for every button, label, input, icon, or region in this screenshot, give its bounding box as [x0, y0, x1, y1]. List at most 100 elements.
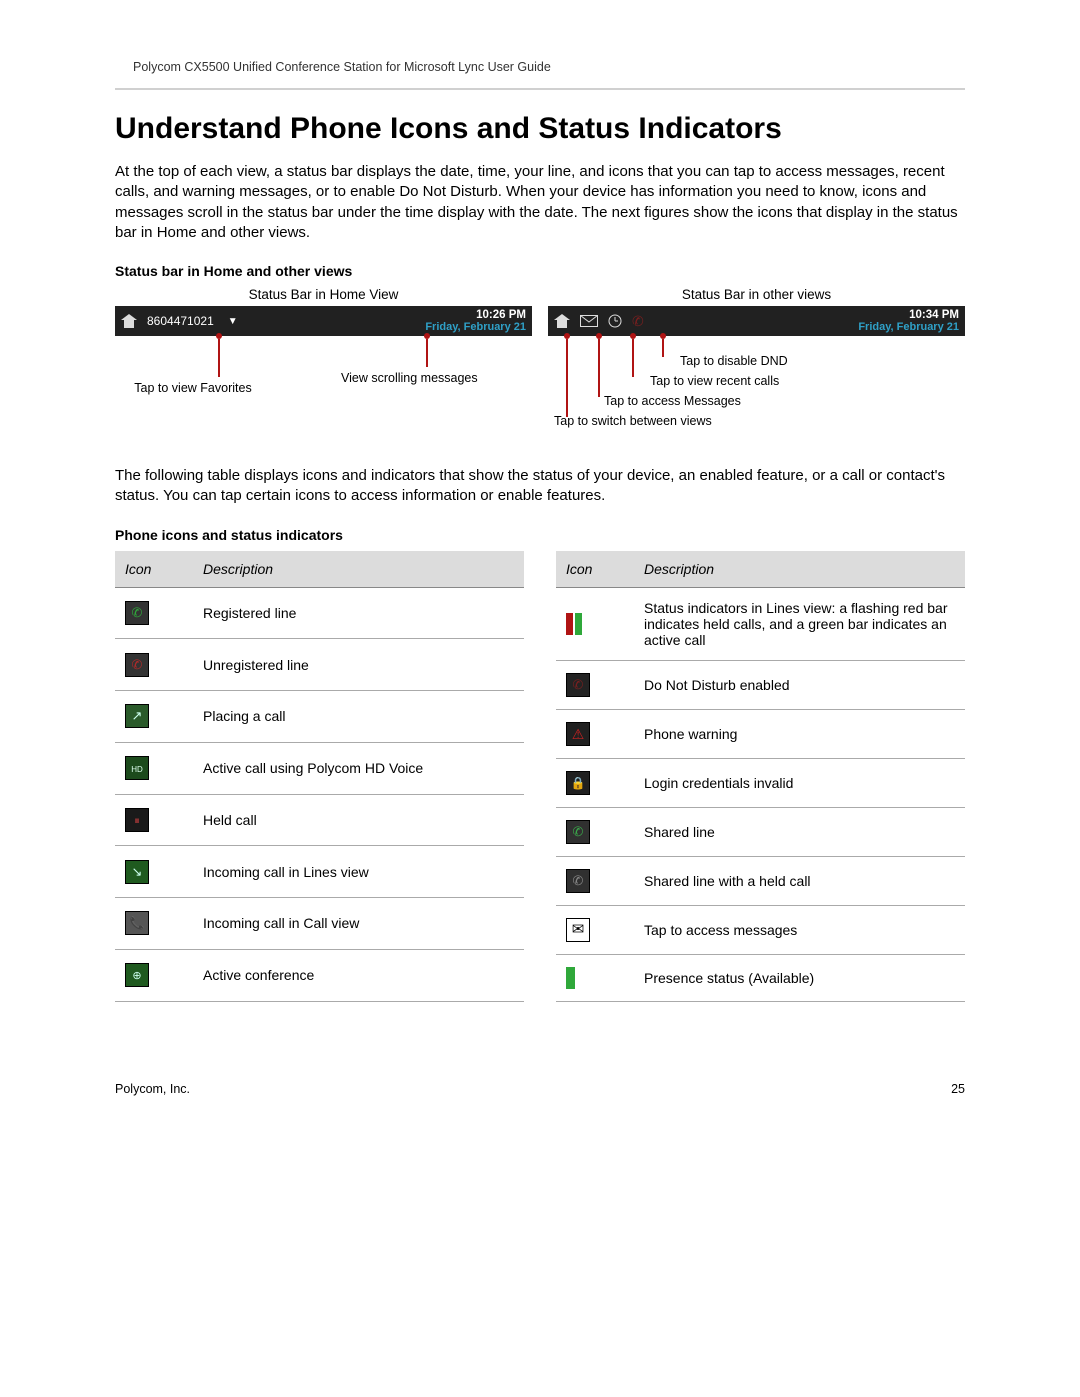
table-row: Shared line: [556, 807, 965, 856]
table-row: Tap to access messages: [556, 905, 965, 954]
table-row: Active conference: [115, 949, 524, 1001]
red-phone-icon: [125, 653, 149, 677]
dnd-icon: ✆: [632, 313, 644, 330]
icon-tables: Icon Description Registered lineUnregist…: [115, 551, 965, 1002]
icon-cell: [556, 856, 634, 905]
home-view-label: Status Bar in Home View: [115, 287, 532, 302]
lock-icon: [566, 771, 590, 795]
header-divider: [115, 88, 965, 90]
status-bar-other: ✆ 10:34 PM Friday, February 21: [548, 306, 965, 336]
table-row: Incoming call in Call view: [115, 898, 524, 950]
icon-table-right: Icon Description Status indicators in Li…: [556, 551, 965, 1002]
date-display: Friday, February 21: [858, 321, 959, 333]
callout-recent: Tap to view recent calls: [650, 374, 779, 388]
status-bars-icon: [566, 613, 582, 635]
green-phone-icon: [125, 601, 149, 625]
inclines-icon: [125, 860, 149, 884]
icon-cell: [556, 807, 634, 856]
table-row: Held call: [115, 794, 524, 846]
icon-table-left: Icon Description Registered lineUnregist…: [115, 551, 524, 1002]
callout-messages: Tap to access Messages: [604, 394, 741, 408]
desc-cell: Shared line: [634, 807, 965, 856]
icon-cell: [556, 954, 634, 1001]
callout-switch: Tap to switch between views: [554, 414, 712, 428]
col-desc: Description: [193, 551, 524, 588]
placing-icon: [125, 704, 149, 728]
other-view-label: Status Bar in other views: [548, 287, 965, 302]
icon-cell: [115, 742, 193, 794]
desc-cell: Unregistered line: [193, 639, 524, 691]
conf-icon: [125, 963, 149, 987]
desc-cell: Registered line: [193, 587, 524, 639]
home-view-block: Status Bar in Home View 8604471021 ▼ 10:…: [115, 287, 532, 448]
shared-icon: [566, 820, 590, 844]
desc-cell: Tap to access messages: [634, 905, 965, 954]
callout-scrolling: View scrolling messages: [341, 371, 461, 385]
table-row: Incoming call in Lines view: [115, 846, 524, 898]
sharedheld-icon: [566, 869, 590, 893]
incall-icon: [125, 911, 149, 935]
status-bar-home: 8604471021 ▼ 10:26 PM Friday, February 2…: [115, 306, 532, 336]
home-icon: [121, 314, 137, 328]
footer-page-number: 25: [951, 1082, 965, 1096]
chevron-down-icon: ▼: [228, 316, 238, 327]
icon-cell: [115, 949, 193, 1001]
desc-cell: Incoming call in Lines view: [193, 846, 524, 898]
desc-cell: Do Not Disturb enabled: [634, 660, 965, 709]
other-view-block: Status Bar in other views ✆ 10:34 PM: [548, 287, 965, 448]
dnd-icon: [566, 673, 590, 697]
time-display: 10:26 PM: [425, 309, 526, 322]
desc-cell: Login credentials invalid: [634, 758, 965, 807]
col-desc: Description: [634, 551, 965, 588]
desc-cell: Phone warning: [634, 709, 965, 758]
table-row: Presence status (Available): [556, 954, 965, 1001]
date-display: Friday, February 21: [425, 321, 526, 333]
icon-cell: [115, 691, 193, 743]
icon-cell: [556, 587, 634, 660]
callout-dnd: Tap to disable DND: [680, 354, 788, 368]
callout-favorites: Tap to view Favorites: [133, 381, 253, 395]
messages-icon: [580, 315, 598, 327]
table-row: Active call using Polycom HD Voice: [115, 742, 524, 794]
running-header: Polycom CX5500 Unified Conference Statio…: [115, 60, 965, 74]
col-icon: Icon: [115, 551, 193, 588]
msg-icon: [566, 918, 590, 942]
desc-cell: Placing a call: [193, 691, 524, 743]
held-icon: [125, 808, 149, 832]
icon-cell: [115, 898, 193, 950]
table-row: Phone warning: [556, 709, 965, 758]
desc-cell: Active call using Polycom HD Voice: [193, 742, 524, 794]
table-row: Registered line: [115, 587, 524, 639]
desc-cell: Incoming call in Call view: [193, 898, 524, 950]
table-row: Login credentials invalid: [556, 758, 965, 807]
hd-icon: [125, 756, 149, 780]
home-icon: [554, 314, 570, 328]
table-row: Unregistered line: [115, 639, 524, 691]
table-row: Do Not Disturb enabled: [556, 660, 965, 709]
intro-paragraph: At the top of each view, a status bar di…: [115, 162, 965, 243]
icon-cell: [115, 794, 193, 846]
desc-cell: Active conference: [193, 949, 524, 1001]
recent-calls-icon: [608, 314, 622, 328]
warn-icon: [566, 722, 590, 746]
footer-left: Polycom, Inc.: [115, 1082, 190, 1096]
desc-cell: Held call: [193, 794, 524, 846]
icon-cell: [115, 639, 193, 691]
document-page: Polycom CX5500 Unified Conference Statio…: [0, 0, 1080, 1136]
page-title: Understand Phone Icons and Status Indica…: [115, 112, 965, 146]
icon-cell: [556, 660, 634, 709]
presence-available-icon: [566, 967, 575, 989]
home-callouts: Tap to view Favorites View scrolling mes…: [115, 336, 532, 436]
status-bar-figure: Status Bar in Home View 8604471021 ▼ 10:…: [115, 287, 965, 448]
icon-cell: [556, 758, 634, 807]
page-footer: Polycom, Inc. 25: [115, 1082, 965, 1096]
desc-cell: Status indicators in Lines view: a flash…: [634, 587, 965, 660]
desc-cell: Shared line with a held call: [634, 856, 965, 905]
desc-cell: Presence status (Available): [634, 954, 965, 1001]
col-icon: Icon: [556, 551, 634, 588]
time-display: 10:34 PM: [858, 309, 959, 322]
icon-cell: [556, 709, 634, 758]
table-caption: Phone icons and status indicators: [115, 527, 965, 543]
other-callouts: Tap to disable DND Tap to view recent ca…: [548, 336, 965, 448]
icon-cell: [556, 905, 634, 954]
